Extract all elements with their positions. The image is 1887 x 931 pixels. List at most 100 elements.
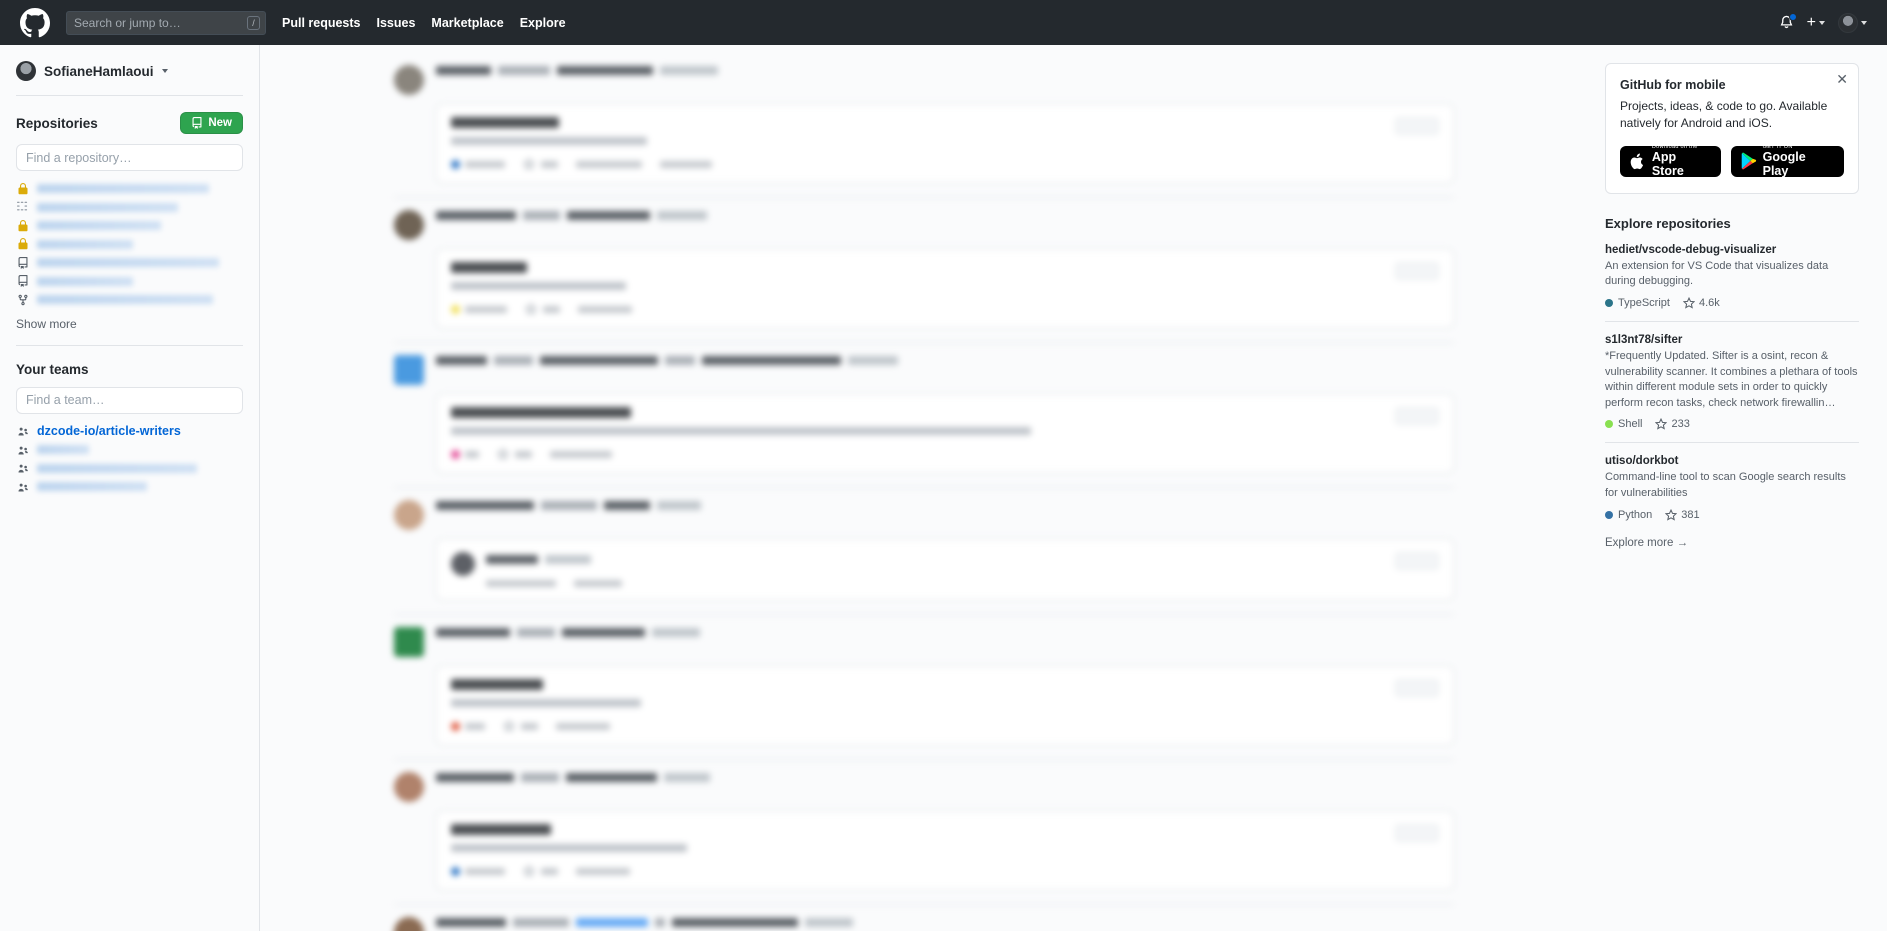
avatar-icon[interactable]: [450, 552, 475, 576]
star-button[interactable]: [1394, 407, 1439, 425]
repository-card-title[interactable]: [450, 262, 527, 273]
repository-list-item[interactable]: [16, 254, 243, 272]
repository-card-title[interactable]: [450, 407, 631, 418]
explore-repository-name[interactable]: hediet/vscode-debug-visualizer: [1605, 244, 1859, 256]
team-filter-input[interactable]: [16, 386, 243, 414]
explore-repository-name[interactable]: utiso/dorkbot: [1605, 455, 1859, 467]
explore-more-link[interactable]: Explore more →: [1605, 537, 1688, 549]
repo-meta-label: [659, 160, 712, 168]
repository-card[interactable]: [435, 249, 1454, 328]
feed-item-header: [393, 770, 1454, 802]
profile-menu[interactable]: [1838, 12, 1867, 33]
explore-repository-stars[interactable]: 233: [1655, 418, 1690, 430]
nav-marketplace[interactable]: Marketplace: [431, 16, 503, 30]
nav-issues[interactable]: Issues: [377, 16, 416, 30]
nav-pull-requests[interactable]: Pull requests: [282, 16, 361, 30]
feed-link: [575, 918, 648, 927]
feed-item: [393, 343, 1454, 488]
feed-text: [493, 356, 533, 365]
feed-item-body: [435, 915, 1454, 930]
team-list-item[interactable]: [16, 478, 243, 496]
repository-card[interactable]: [435, 666, 1454, 745]
repository-list-item[interactable]: [16, 180, 243, 198]
repository-name: [37, 184, 209, 194]
repository-card[interactable]: [435, 811, 1454, 890]
people-icon: [16, 425, 29, 437]
repository-list-item[interactable]: [16, 291, 243, 309]
repo-meta-item: [555, 722, 610, 730]
feed-text: [540, 501, 597, 510]
divider: [16, 95, 243, 96]
repo-template-icon: [16, 201, 29, 213]
repo-meta-item: [575, 160, 642, 168]
feed-text: [435, 501, 534, 510]
comment-action[interactable]: [573, 580, 622, 587]
repo-meta-item: [450, 159, 505, 169]
team-list-item[interactable]: [16, 460, 243, 478]
team-name[interactable]: dzcode-io/article-writers: [37, 424, 181, 438]
feed-item-body: [435, 63, 1454, 78]
feed-item-body: [435, 498, 1454, 513]
language-color-dot: [1605, 420, 1613, 429]
repo-meta-label: [464, 450, 479, 458]
repositories-show-more[interactable]: Show more: [16, 317, 243, 331]
avatar-icon[interactable]: [393, 500, 424, 530]
repository-card-description: [450, 844, 687, 852]
feed-text: [435, 356, 487, 365]
comment-actions: [485, 580, 1439, 587]
repository-card-title[interactable]: [450, 824, 551, 835]
explore-repository-stars[interactable]: 4.6k: [1682, 297, 1720, 309]
promo-body: Projects, ideas, & code to go. Available…: [1620, 99, 1828, 131]
repository-list-item[interactable]: [16, 199, 243, 217]
avatar-icon[interactable]: [393, 65, 424, 95]
explore-repository-stars[interactable]: 381: [1665, 508, 1700, 521]
team-list-item[interactable]: dzcode-io/article-writers: [16, 423, 243, 441]
comment-action[interactable]: [485, 580, 556, 587]
repository-card[interactable]: [435, 104, 1454, 183]
star-button[interactable]: [1394, 262, 1439, 280]
repo-forked-icon: [16, 294, 29, 306]
repository-card-title[interactable]: [450, 117, 559, 128]
avatar-icon[interactable]: [393, 627, 424, 657]
repository-list-item[interactable]: [16, 273, 243, 291]
comment-card[interactable]: [435, 539, 1454, 600]
repo-meta-label: [540, 160, 558, 168]
close-icon[interactable]: ✕: [1836, 72, 1848, 86]
google-play-label: Google Play: [1762, 149, 1806, 178]
feed-item-body: [435, 353, 1454, 368]
global-search[interactable]: Search or jump to… /: [66, 10, 266, 35]
star-button[interactable]: [1394, 679, 1439, 697]
feed-item-body: [435, 625, 1454, 640]
avatar-icon[interactable]: [393, 355, 424, 385]
nav-explore[interactable]: Explore: [520, 16, 566, 30]
github-mark-icon[interactable]: [20, 7, 50, 38]
star-button[interactable]: [1394, 117, 1439, 135]
repository-list-item[interactable]: [16, 236, 243, 254]
user-switcher[interactable]: SofianeHamlaoui: [16, 61, 243, 95]
repo-meta-label: [464, 867, 505, 875]
repository-card[interactable]: [435, 394, 1454, 473]
explore-repository-name[interactable]: s1l3nt78/sifter: [1605, 334, 1859, 346]
avatar-icon[interactable]: [393, 210, 424, 240]
star-button[interactable]: [1394, 552, 1439, 570]
avatar-icon[interactable]: [393, 772, 424, 802]
repo-meta-item: [659, 160, 712, 168]
create-new-menu[interactable]: +: [1807, 14, 1825, 31]
repository-filter-input[interactable]: [16, 144, 243, 171]
repository-list-item[interactable]: [16, 217, 243, 235]
star-button[interactable]: [1394, 824, 1439, 842]
feed-item-summary: [435, 915, 1454, 930]
new-repository-button[interactable]: New: [180, 112, 243, 134]
notifications-button[interactable]: [1779, 13, 1797, 30]
team-list-item[interactable]: [16, 441, 243, 459]
repository-card-title[interactable]: [450, 679, 543, 690]
repository-card-description: [450, 282, 626, 290]
repo-meta-label: [575, 867, 630, 875]
feed-item: [393, 760, 1454, 905]
google-play-badge[interactable]: GET IT ON Google Play: [1730, 144, 1844, 178]
app-store-badge[interactable]: Download on the App Store: [1620, 144, 1721, 177]
store-badges: Download on the App Store GET IT ON Goog…: [1620, 144, 1844, 178]
avatar-icon[interactable]: [393, 917, 424, 931]
comment-body: [485, 552, 1439, 587]
explore-repository-item: hediet/vscode-debug-visualizer An extensi…: [1605, 244, 1859, 309]
